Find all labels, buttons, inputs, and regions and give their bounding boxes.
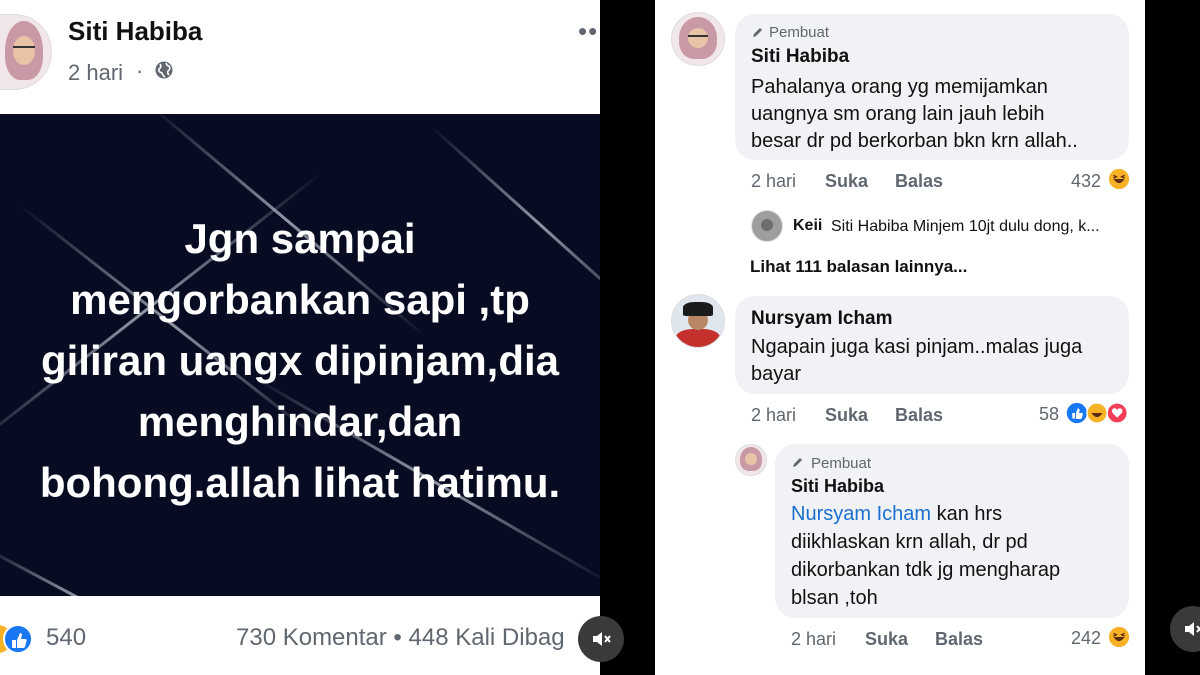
author-badge: Pembuat	[811, 455, 872, 472]
post-stats[interactable]: 730 Komentar • 448 Kali Dibag	[236, 624, 565, 652]
author-badge: Pembuat	[769, 24, 830, 41]
mute-icon[interactable]	[578, 616, 624, 662]
more-options-icon[interactable]: ••	[578, 16, 598, 47]
mention-link[interactable]: Nursyam Icham	[791, 503, 931, 525]
reply-button[interactable]: Balas	[895, 171, 943, 192]
post-image-line: menghindar,dan	[137, 398, 463, 445]
comment-line: dikorbankan tdk jg mengharap	[791, 559, 1061, 581]
post-time[interactable]: 2 hari	[68, 60, 123, 86]
comment-author[interactable]: Siti Habiba	[751, 46, 849, 68]
poster-name[interactable]: Siti Habiba	[68, 16, 202, 47]
post-image-line: giliran uangx dipinjam,dia	[40, 337, 560, 384]
commenter-avatar[interactable]	[671, 12, 725, 66]
comment-line: Nursyam Icham kan hrs	[791, 499, 1002, 530]
comment-reaction-count[interactable]: 432	[1045, 171, 1101, 192]
comment-reaction-count[interactable]: 242	[1045, 628, 1101, 649]
post-panel: Siti Habiba 2 hari · •• Jgn sampai mengo…	[0, 0, 600, 675]
post-reactions[interactable]	[0, 622, 32, 656]
comment-line: bayar	[751, 363, 802, 385]
time-separator: ·	[136, 58, 144, 83]
pen-icon	[753, 28, 762, 37]
comment-line: diikhlaskan krn allah, dr pd	[791, 531, 1028, 553]
comment-line: blsan ,toh	[791, 587, 878, 609]
comment-time[interactable]: 2 hari	[791, 629, 836, 650]
reply-bubble: Pembuat Siti Habiba Nursyam Icham kan hr…	[775, 444, 1129, 618]
haha-icon	[1108, 168, 1130, 190]
comment-bubble: Pembuat Siti Habiba Pahalanya orang yg m…	[735, 14, 1129, 160]
commenter-avatar[interactable]	[671, 294, 725, 348]
reaction-count[interactable]: 540	[46, 624, 86, 652]
comment-line: besar dr pd berkorban bkn krn allah..	[751, 130, 1078, 152]
reply-text[interactable]: Siti Habiba Minjem 10jt dulu dong, k...	[831, 218, 1100, 236]
post-image-line: Jgn sampai	[184, 215, 416, 262]
reply-button[interactable]: Balas	[895, 405, 943, 426]
globe-icon	[155, 61, 173, 79]
reaction-icons	[1066, 402, 1128, 424]
reply-author[interactable]: Keii	[793, 217, 822, 235]
comment-bubble: Nursyam Icham Ngapain juga kasi pinjam..…	[735, 296, 1129, 394]
haha-icon	[1108, 626, 1130, 648]
commenter-avatar[interactable]	[735, 444, 767, 476]
reply-button[interactable]: Balas	[935, 629, 983, 650]
comment-author[interactable]: Siti Habiba	[791, 476, 884, 497]
comments-panel: Pembuat Siti Habiba Pahalanya orang yg m…	[655, 0, 1145, 675]
post-image-line: bohong.allah lihat hatimu.	[39, 459, 561, 506]
mute-icon[interactable]	[1170, 606, 1200, 652]
comment-line-rest: kan hrs	[931, 503, 1003, 525]
pen-icon	[793, 458, 802, 467]
like-button[interactable]: Suka	[865, 629, 908, 650]
comment-time[interactable]: 2 hari	[751, 405, 796, 426]
light-streak	[0, 544, 175, 596]
comment-reaction-count[interactable]: 58	[1005, 404, 1059, 425]
comment-author[interactable]: Nursyam Icham	[751, 308, 893, 330]
view-more-replies[interactable]: Lihat 111 balasan lainnya...	[750, 257, 967, 277]
post-image-line: mengorbankan sapi ,tp	[70, 276, 530, 323]
post-image: Jgn sampai mengorbankan sapi ,tp giliran…	[0, 114, 600, 596]
like-button[interactable]: Suka	[825, 171, 868, 192]
comment-time[interactable]: 2 hari	[751, 171, 796, 192]
poster-avatar[interactable]	[0, 14, 52, 90]
reply-avatar[interactable]	[751, 210, 783, 242]
like-button[interactable]: Suka	[825, 405, 868, 426]
